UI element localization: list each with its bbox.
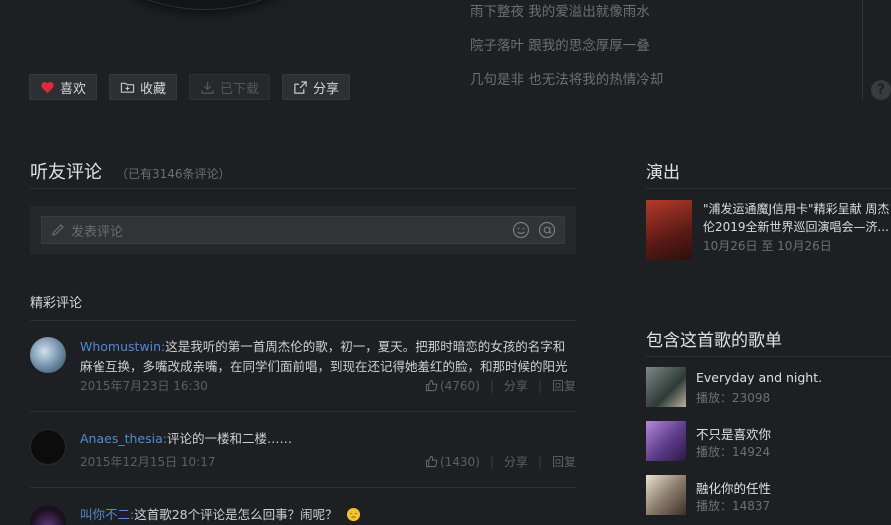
performance-date: 10月26日 至 10月26日 <box>703 239 832 253</box>
playlist-item[interactable]: 融化你的任性 播放：14837 <box>646 475 891 515</box>
comment-username[interactable]: 叫你不二: <box>80 507 134 522</box>
collect-button[interactable]: 收藏 <box>109 74 178 100</box>
comment-body: Anaes_thesia:评论的一楼和二楼…… <box>80 429 576 449</box>
share-comment-button[interactable]: 分享 <box>504 453 528 470</box>
thumbs-up-icon <box>425 379 438 392</box>
featured-divider <box>30 320 576 321</box>
album-vinyl <box>55 0 355 10</box>
comment-time: 2015年7月23日 16:30 <box>80 379 208 393</box>
comment-meta: 2015年7月23日 16:30 (4760) | 分享 | 回复 <box>80 377 576 394</box>
help-icon[interactable]: ? <box>871 80 891 100</box>
download-button[interactable]: 已下载 <box>189 74 271 100</box>
reply-button[interactable]: 回复 <box>552 377 576 394</box>
comment-item: 叫你不二:这首歌28个评论是怎么回事？闹呢？ <box>30 505 576 525</box>
comments-title: 听友评论 <box>30 162 102 183</box>
separator: | <box>537 454 542 469</box>
performance-poster[interactable] <box>646 200 692 260</box>
comment-placeholder: 发表评论 <box>71 224 124 240</box>
playlist-item[interactable]: 不只是喜欢你 播放：14924 <box>646 421 891 461</box>
download-icon <box>201 81 214 94</box>
playlist-plays: 播放：23098 <box>696 391 771 405</box>
emoji-icon[interactable] <box>512 221 530 239</box>
avatar[interactable] <box>30 337 66 373</box>
collect-label: 收藏 <box>140 81 167 97</box>
playlist-item[interactable]: Everyday and night. 播放：23098 <box>646 367 891 407</box>
performance-text[interactable]: "浦发运通魔J信用卡"精彩呈献 周杰伦2019全新世界巡回演唱会—济... <box>703 200 891 236</box>
comment-item: Whomustwin:这是我听的第一首周杰伦的歌，初一，夏天。把那时暗恋的女孩的… <box>30 337 576 397</box>
comment-divider <box>30 487 576 488</box>
like-label: 喜欢 <box>60 81 87 97</box>
lyric-line: 院子落叶 跟我的思念厚厚一叠 <box>470 38 650 54</box>
comment-body: Whomustwin:这是我听的第一首周杰伦的歌，初一，夏天。把那时暗恋的女孩的… <box>80 337 576 377</box>
comments-header: 听友评论 （已有3146条评论） <box>30 158 231 184</box>
separator: | <box>489 378 494 393</box>
song-actions: 喜欢 收藏 已下载 分享 <box>29 74 351 100</box>
share-icon <box>294 80 307 94</box>
pencil-icon <box>52 224 64 236</box>
share-button[interactable]: 分享 <box>282 74 351 100</box>
lyrics-scrollbar[interactable] <box>862 0 863 100</box>
comment-username[interactable]: Whomustwin: <box>80 339 165 354</box>
performance-item[interactable]: "浦发运通魔J信用卡"精彩呈献 周杰伦2019全新世界巡回演唱会—济... 10… <box>646 200 891 260</box>
playlist-cover[interactable] <box>646 475 686 515</box>
playlist-name[interactable]: Everyday and night. <box>696 370 822 385</box>
comment-meta: 2015年12月15日 10:17 (1430) | 分享 | 回复 <box>80 453 576 470</box>
playlist-cover[interactable] <box>646 421 686 461</box>
comment-body: 叫你不二:这首歌28个评论是怎么回事？闹呢？ <box>80 505 576 525</box>
like-count: (4760) <box>439 378 480 393</box>
like-button[interactable]: 喜欢 <box>29 74 98 100</box>
like-comment-button[interactable]: (4760) <box>425 379 480 393</box>
performance-title: 演出 <box>646 163 680 183</box>
folder-plus-icon <box>120 82 135 93</box>
lyric-line: 雨下整夜 我的爱溢出就像雨水 <box>470 4 650 20</box>
heart-icon <box>41 81 54 93</box>
comments-count: （已有3146条评论） <box>116 167 231 181</box>
separator: | <box>489 454 494 469</box>
separator: | <box>537 378 542 393</box>
comment-time: 2015年12月15日 10:17 <box>80 455 216 469</box>
comment-editor: 发表评论 <box>30 206 576 254</box>
lyric-line: 几句是非 也无法将我的热情冷却 <box>470 72 664 88</box>
playlist-name[interactable]: 融化你的任性 <box>696 478 771 497</box>
reply-button[interactable]: 回复 <box>552 453 576 470</box>
comment-divider <box>30 411 576 412</box>
share-comment-button[interactable]: 分享 <box>504 377 528 394</box>
playlist-cover[interactable] <box>646 367 686 407</box>
lyrics-panel: 雨下整夜 我的爱溢出就像雨水 院子落叶 跟我的思念厚厚一叠 几句是非 也无法将我… <box>470 2 663 104</box>
mention-icon[interactable] <box>538 221 556 239</box>
sleepy-emoji-icon <box>346 507 360 522</box>
comment-item: Anaes_thesia:评论的一楼和二楼…… 2015年12月15日 10:1… <box>30 429 576 469</box>
playlist-plays: 播放：14924 <box>696 445 771 459</box>
thumbs-up-icon <box>425 455 438 468</box>
comment-username[interactable]: Anaes_thesia: <box>80 431 167 446</box>
playlist-name[interactable]: 不只是喜欢你 <box>696 424 771 443</box>
performance-divider <box>646 188 891 189</box>
avatar[interactable] <box>30 429 66 465</box>
avatar[interactable] <box>30 505 66 525</box>
share-label: 分享 <box>313 81 340 97</box>
comment-input[interactable]: 发表评论 <box>41 216 565 244</box>
playlists-title: 包含这首歌的歌单 <box>646 331 782 351</box>
download-label: 已下载 <box>220 81 260 97</box>
comments-divider <box>30 188 576 189</box>
playlists-divider <box>646 356 891 357</box>
playlist-plays: 播放：14837 <box>696 499 771 513</box>
like-count: (1430) <box>439 454 480 469</box>
comment-text: 这首歌28个评论是怎么回事？闹呢？ <box>134 507 338 522</box>
featured-comments-label: 精彩评论 <box>30 296 83 311</box>
like-comment-button[interactable]: (1430) <box>425 455 480 469</box>
comment-text: 评论的一楼和二楼…… <box>166 431 292 446</box>
